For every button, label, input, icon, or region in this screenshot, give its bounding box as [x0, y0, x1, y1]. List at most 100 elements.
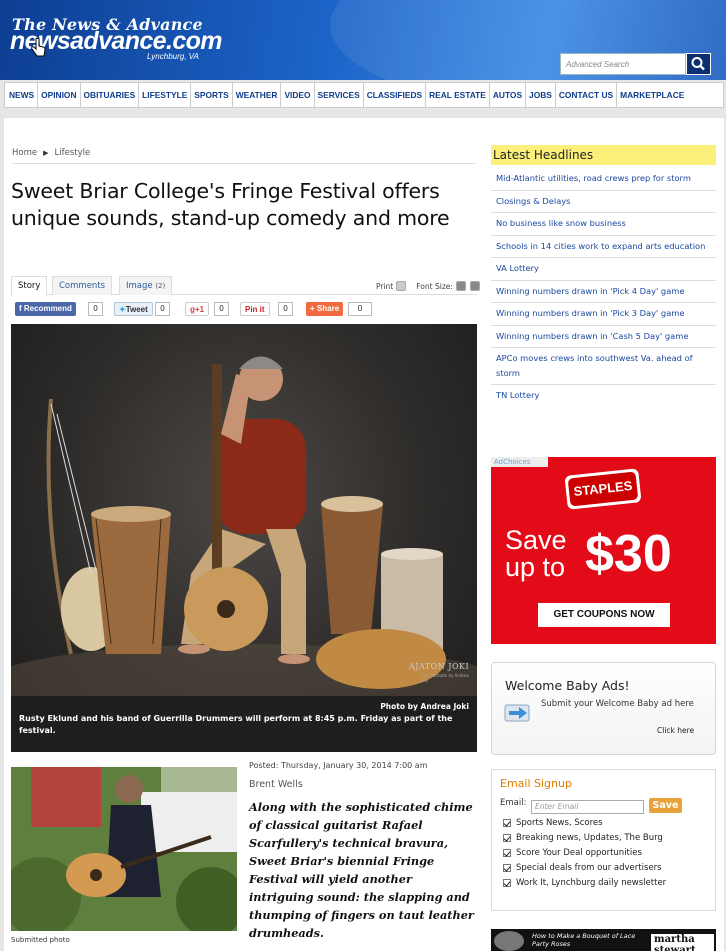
headline-link[interactable]: Closings & Delays [491, 191, 716, 213]
headline-link[interactable]: TN Lottery [491, 385, 716, 407]
nav-classifieds[interactable]: CLASSIFIEDS [364, 82, 427, 108]
tweet-label: Tweet [125, 305, 148, 314]
latest-headlines-title: Latest Headlines [491, 145, 716, 165]
tweet-button[interactable]: ✦Tweet [114, 302, 153, 316]
checkbox[interactable] [503, 834, 511, 842]
newsletter-option[interactable]: Score Your Deal opportunities [503, 848, 642, 858]
email-save-button[interactable]: Save [649, 798, 682, 813]
nav-video[interactable]: VIDEO [281, 82, 315, 108]
tab-comments[interactable]: Comments [52, 276, 113, 295]
nav-autos[interactable]: AUTOS [490, 82, 527, 108]
video-title[interactable]: How to Make a Bouquet of Lace Party Rose… [532, 932, 642, 948]
breadcrumb-home[interactable]: Home [12, 148, 37, 158]
recommend-label: Recommend [23, 304, 72, 313]
print-icon[interactable] [396, 281, 407, 291]
ad-save-line2: up to [505, 552, 566, 582]
tab-story[interactable]: Story [11, 276, 48, 296]
photo-caption: Rusty Eklund and his band of Guerrilla D… [19, 714, 453, 735]
welcome-baby-text: Submit your Welcome Baby ad here [541, 699, 694, 709]
headline-link[interactable]: Winning numbers drawn in 'Cash 5 Day' ga… [491, 326, 716, 348]
pinit-label: Pin it [245, 305, 265, 314]
nav-news[interactable]: NEWS [6, 82, 39, 108]
font-size-label: Font Size: [416, 281, 453, 291]
guitarist-photo[interactable] [11, 767, 237, 931]
nav-marketplace[interactable]: MARKETPLACE [617, 82, 687, 108]
tab-image[interactable]: Image (2) [119, 276, 173, 295]
author-name[interactable]: Brent Wells [249, 779, 303, 790]
checkbox[interactable] [503, 849, 511, 857]
play-icon[interactable] [494, 931, 524, 951]
pinit-button[interactable]: Pin it [240, 302, 270, 316]
headline-link[interactable]: Mid-Atlantic utilities, road crews prep … [491, 168, 716, 191]
print-label[interactable]: Print [376, 282, 393, 291]
headline-link[interactable]: VA Lottery [491, 258, 716, 281]
twitter-icon: ✦ [119, 305, 126, 314]
nav-contact-us[interactable]: CONTACT US [556, 82, 618, 108]
welcome-baby-title: Welcome Baby Ads! [505, 678, 630, 693]
headline-link[interactable]: Schools in 14 cities work to expand arts… [491, 236, 716, 258]
tweet-count: 0 [155, 302, 170, 316]
main-nav: NEWS OPINION OBITUARIES LIFESTYLE SPORTS… [4, 82, 724, 108]
recommend-count: 0 [88, 302, 103, 316]
nav-lifestyle[interactable]: LIFESTYLE [139, 82, 192, 108]
headline-link[interactable]: Winning numbers drawn in 'Pick 4 Day' ga… [491, 281, 716, 303]
photo-credit: Photo by Andrea Joki [380, 702, 469, 711]
headline-link[interactable]: No business like snow business [491, 213, 716, 236]
nav-weather[interactable]: WEATHER [233, 82, 282, 108]
article-lede: Along with the sophisticated chime of cl… [249, 800, 474, 940]
divider [12, 163, 476, 164]
nav-obituaries[interactable]: OBITUARIES [81, 82, 140, 108]
nav-services[interactable]: SERVICES [315, 82, 364, 108]
email-label: Email: [500, 798, 527, 808]
share-button[interactable]: + Share [306, 302, 344, 316]
checkbox[interactable] [503, 819, 511, 827]
share-icon: + [310, 304, 317, 313]
gplus-button[interactable]: g+1 [185, 302, 210, 316]
welcome-baby-link[interactable]: Click here [657, 726, 694, 735]
article-tools: Print Font Size: [376, 281, 484, 291]
search-button[interactable] [686, 53, 711, 75]
pinit-count: 0 [278, 302, 293, 316]
search-icon [691, 57, 705, 71]
newsletter-option[interactable]: Special deals from our advertisers [503, 863, 662, 873]
tab-comments-label: Comments [59, 281, 106, 291]
search-input[interactable]: Advanced Search [560, 53, 686, 75]
breadcrumb: Home ▶ Lifestyle [12, 148, 90, 158]
video-brand-logo: martha stewart [651, 934, 714, 951]
newsletter-option[interactable]: Sports News, Scores [503, 818, 603, 828]
facebook-recommend-button[interactable]: f Recommend [15, 302, 76, 316]
logo-location: Lynchburg, VA [147, 52, 199, 61]
nav-opinion[interactable]: OPINION [38, 82, 81, 108]
share-label: Share [316, 304, 340, 313]
checkbox[interactable] [503, 864, 511, 872]
hand-cursor-icon [31, 38, 46, 57]
font-decrease-icon[interactable] [455, 281, 466, 291]
adchoices-badge[interactable]: AdChoices [491, 457, 548, 467]
article-headline: Sweet Briar College's Fringe Festival of… [11, 179, 450, 230]
font-increase-icon[interactable] [469, 281, 480, 291]
site-header: The News & Advance newsadvance.com Lynch… [0, 0, 726, 80]
email-signup-title: Email Signup [500, 777, 572, 790]
headline-link[interactable]: Winning numbers drawn in 'Pick 3 Day' ga… [491, 303, 716, 326]
email-field[interactable]: Enter Email [531, 800, 644, 814]
tab-image-label: Image [126, 281, 153, 291]
ad-amount: $30 [585, 525, 672, 583]
social-share-bar: f Recommend 0 ✦Tweet 0 g+1 0 Pin it 0 + … [15, 302, 475, 317]
nav-sports[interactable]: SPORTS [191, 82, 233, 108]
posted-date: Posted: Thursday, January 30, 2014 7:00 … [249, 761, 428, 770]
nav-real-estate[interactable]: REAL ESTATE [426, 82, 490, 108]
hero-photo[interactable]: AJATON JOKI Fine Portraits by Andrea Jok… [11, 324, 477, 752]
breadcrumb-section[interactable]: Lifestyle [55, 148, 91, 158]
newsletter-option[interactable]: Breaking news, Updates, The Burg [503, 833, 663, 843]
staples-logo-text: STAPLES [567, 471, 639, 507]
headline-link[interactable]: APCo moves crews into southwest Va. ahea… [491, 348, 716, 385]
newsletter-option-label: Work It, Lynchburg daily newsletter [516, 878, 667, 888]
thumb-caption: Submitted photo [11, 936, 70, 944]
photo-watermark-sub: Fine Portraits by Andrea Joki [421, 673, 469, 683]
guitarist-photo-image [11, 767, 237, 931]
checkbox[interactable] [503, 879, 511, 887]
get-coupons-button[interactable]: GET COUPONS NOW [538, 603, 670, 627]
nav-jobs[interactable]: JOBS [526, 82, 556, 108]
newsletter-option[interactable]: Work It, Lynchburg daily newsletter [503, 878, 666, 888]
share-count: 0 [348, 302, 372, 316]
